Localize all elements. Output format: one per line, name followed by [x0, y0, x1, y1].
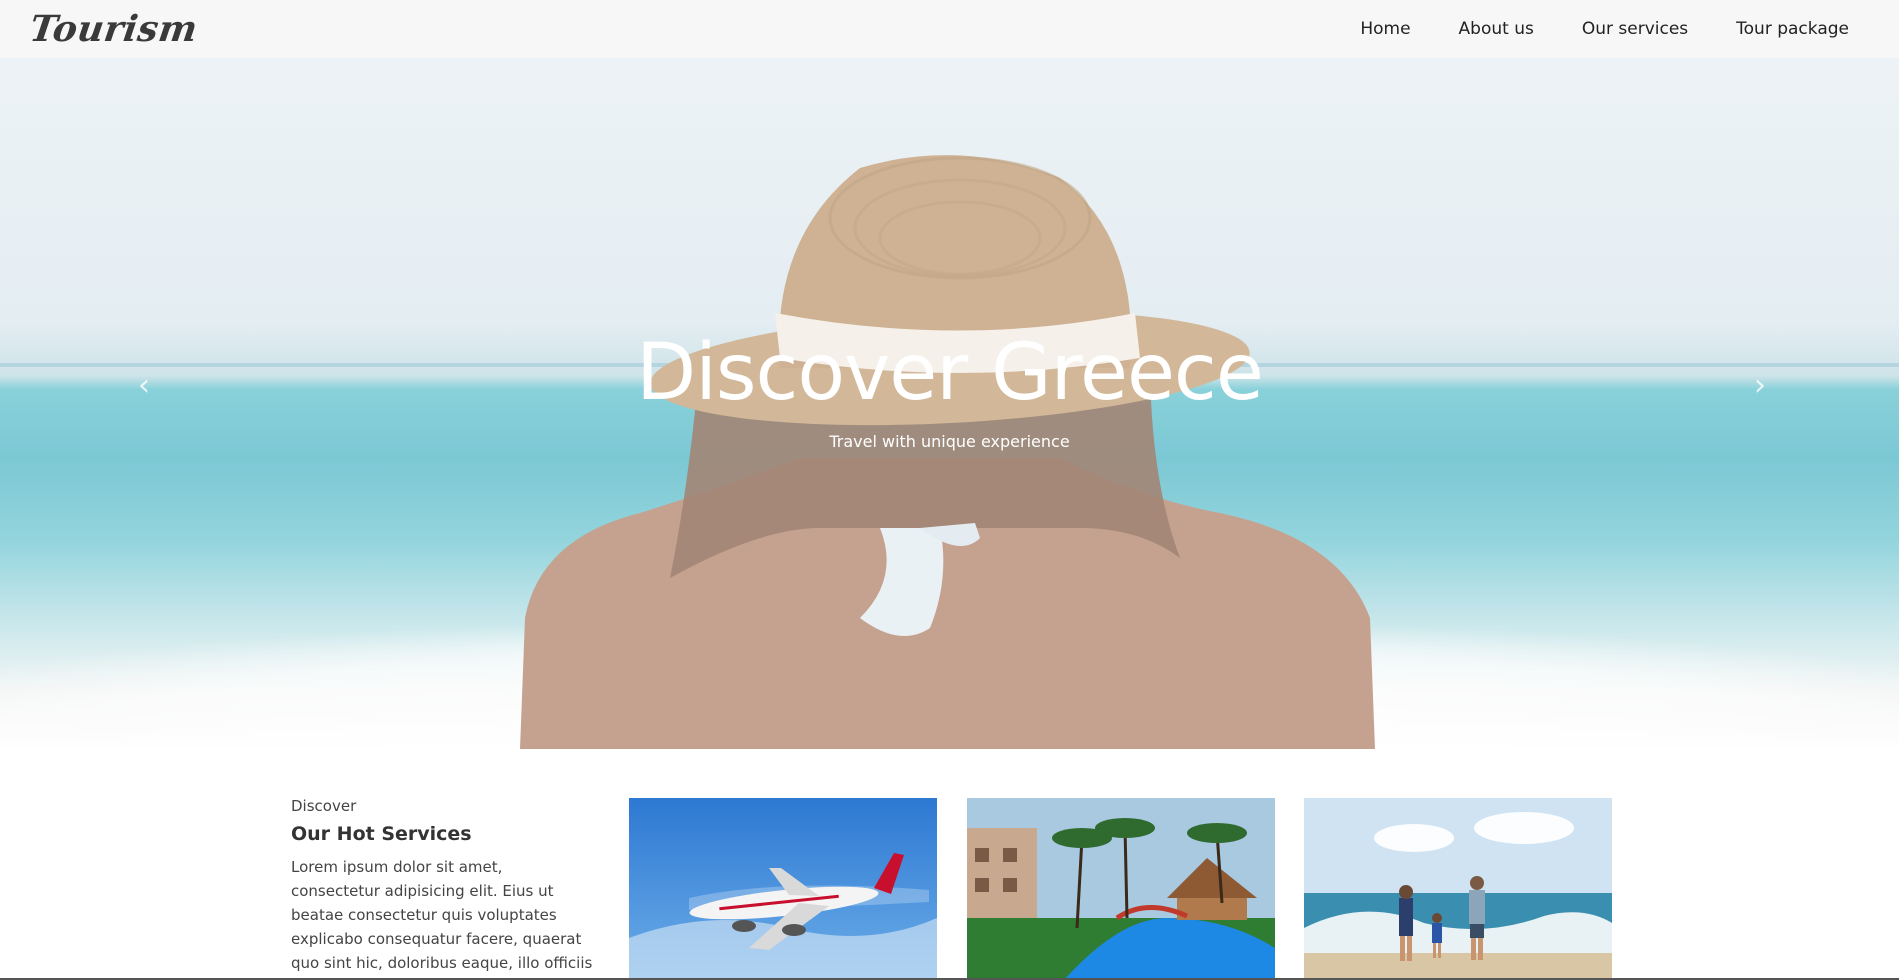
carousel-next-button[interactable]: ›	[1740, 368, 1780, 408]
airplane-image	[629, 798, 937, 980]
nav-our-services[interactable]: Our services	[1582, 19, 1688, 39]
navbar: Tourism Home About us Our services Tour …	[0, 0, 1899, 58]
service-card-resorts[interactable]	[967, 798, 1275, 980]
service-card-family-tours[interactable]	[1304, 798, 1612, 980]
main-nav: Home About us Our services Tour package	[1360, 19, 1849, 39]
services-heading: Our Hot Services	[291, 823, 472, 845]
chevron-left-icon: ‹	[138, 368, 150, 403]
carousel-prev-button[interactable]: ‹	[124, 368, 164, 408]
service-card-flights[interactable]	[629, 798, 937, 980]
brand-logo[interactable]: Tourism	[27, 8, 200, 50]
services-intro: Discover Our Hot Services Lorem ipsum do…	[291, 797, 596, 980]
services-eyebrow: Discover	[291, 797, 357, 815]
services-section: Discover Our Hot Services Lorem ipsum do…	[0, 749, 1899, 980]
hero-subtitle: Travel with unique experience	[829, 432, 1070, 451]
hero-title: Discover Greece	[636, 328, 1264, 418]
hero-carousel: Discover Greece Travel with unique exper…	[0, 58, 1899, 749]
chevron-right-icon: ›	[1754, 368, 1766, 403]
family-beach-image	[1304, 798, 1612, 980]
nav-about-us[interactable]: About us	[1459, 19, 1534, 39]
resort-image	[967, 798, 1275, 980]
nav-tour-package[interactable]: Tour package	[1736, 19, 1849, 39]
services-description: Lorem ipsum dolor sit amet, consectetur …	[291, 858, 593, 980]
nav-home[interactable]: Home	[1360, 19, 1410, 39]
